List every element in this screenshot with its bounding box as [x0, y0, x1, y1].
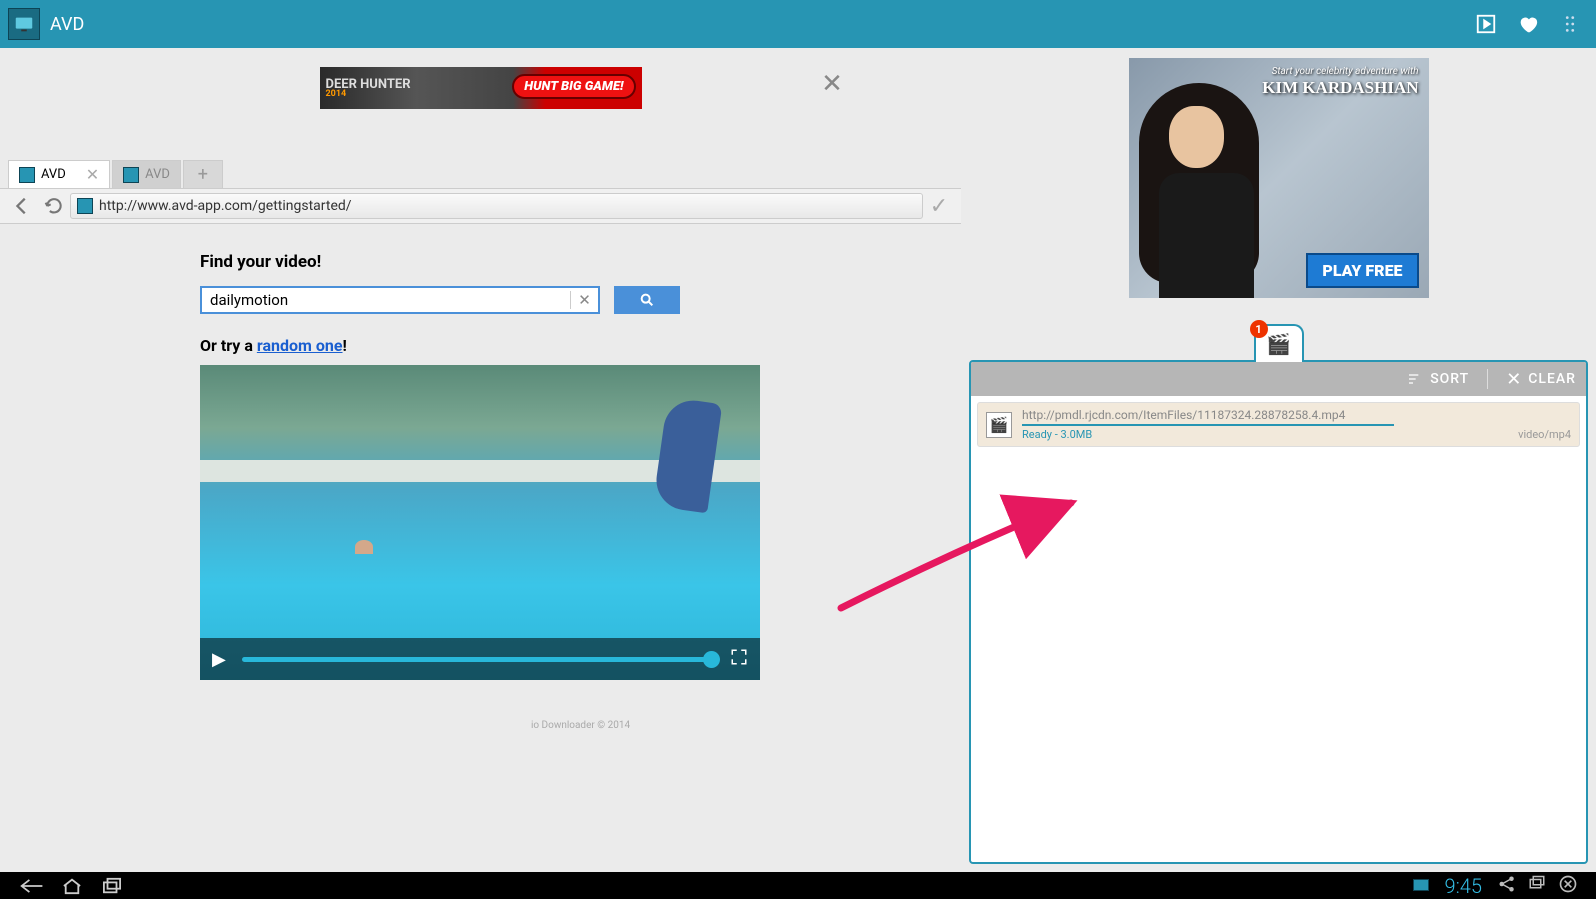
app-logo-icon — [8, 8, 40, 40]
back-button[interactable] — [6, 190, 38, 222]
go-button[interactable]: ✓ — [923, 194, 955, 219]
nav-home-icon[interactable] — [52, 874, 92, 898]
separator — [1487, 369, 1488, 389]
clear-button[interactable]: ✕ CLEAR — [1506, 369, 1576, 390]
web-content: Find your video! ✕ Or try a random one! … — [0, 224, 961, 872]
ad-tagline: Start your celebrity adventure with — [1272, 66, 1419, 77]
ad-close-icon[interactable]: ✕ — [818, 70, 846, 98]
search-input[interactable] — [202, 291, 570, 309]
tab-label: AVD — [41, 167, 66, 182]
nav-back-icon[interactable] — [12, 874, 52, 898]
download-mime: video/mp4 — [1518, 428, 1571, 441]
status-close-icon[interactable] — [1558, 874, 1578, 898]
url-text: http://www.avd-app.com/gettingstarted/ — [99, 198, 352, 214]
tab-favicon-icon — [123, 167, 139, 183]
overflow-menu-icon[interactable] — [1552, 6, 1588, 42]
url-input[interactable]: http://www.avd-app.com/gettingstarted/ — [70, 193, 923, 219]
ad-illustration — [1159, 173, 1254, 298]
favorite-icon[interactable] — [1510, 6, 1546, 42]
ad-headline: KIM KARDASHIAN — [1262, 78, 1418, 98]
new-tab-button[interactable]: + — [183, 160, 223, 188]
tab-label: AVD — [145, 167, 170, 182]
nav-recent-icon[interactable] — [92, 874, 132, 898]
downloads-toolbar: SORT ✕ CLEAR — [971, 362, 1586, 396]
downloads-badge: 1 — [1250, 320, 1268, 338]
downloads-panel: SORT ✕ CLEAR 🎬 http://pmdl.rjcdn.com/Ite… — [969, 360, 1588, 864]
download-url: http://pmdl.rjcdn.com/ItemFiles/11187324… — [1022, 408, 1518, 422]
browser-tab-inactive[interactable]: AVD — [112, 160, 181, 188]
video-progress-slider[interactable] — [242, 657, 712, 662]
browser-tab-active[interactable]: AVD ✕ — [8, 160, 110, 188]
try-random-text: Or try a random one! — [200, 336, 961, 355]
downloads-tab[interactable]: 🎬 1 — [1254, 324, 1304, 362]
status-screenshot-icon[interactable] — [1528, 875, 1546, 897]
downloads-pane: Start your celebrity adventure with KIM … — [961, 48, 1596, 872]
search-input-wrapper: ✕ — [200, 286, 600, 314]
ad-play-button[interactable]: PLAY FREE — [1306, 253, 1418, 288]
status-clock: 9:45 — [1445, 874, 1482, 898]
ad-cta-button[interactable]: HUNT BIG GAME! — [512, 74, 635, 99]
video-player[interactable]: ▶ — [200, 365, 760, 680]
video-fullscreen-icon[interactable] — [730, 648, 748, 670]
app-title: AVD — [50, 14, 1462, 35]
tab-strip: AVD ✕ AVD + — [0, 158, 961, 188]
url-toolbar: http://www.avd-app.com/gettingstarted/ ✓ — [0, 188, 961, 224]
download-item[interactable]: 🎬 http://pmdl.rjcdn.com/ItemFiles/111873… — [977, 402, 1580, 447]
clear-search-icon[interactable]: ✕ — [570, 291, 598, 309]
status-share-icon[interactable] — [1498, 875, 1516, 897]
video-scene — [635, 390, 725, 520]
ad-illustration — [1169, 106, 1224, 168]
url-favicon-icon — [77, 198, 93, 214]
status-monitor-icon[interactable] — [1413, 876, 1429, 895]
tab-favicon-icon — [19, 167, 35, 183]
video-play-icon[interactable]: ▶ — [212, 649, 226, 670]
search-button[interactable] — [614, 286, 680, 314]
ad-banner-side[interactable]: Start your celebrity adventure with KIM … — [1129, 58, 1429, 298]
reload-button[interactable] — [38, 190, 70, 222]
page-heading: Find your video! — [200, 252, 961, 272]
file-type-icon: 🎬 — [986, 412, 1012, 438]
download-status: Ready - 3.0MB — [1022, 428, 1518, 441]
sort-button[interactable]: SORT — [1406, 371, 1469, 387]
page-footer: io Downloader © 2014 — [200, 720, 961, 731]
app-titlebar: AVD — [0, 0, 1596, 48]
video-controls: ▶ — [200, 638, 760, 680]
tab-close-icon[interactable]: ✕ — [86, 165, 99, 184]
random-link[interactable]: random one — [257, 336, 343, 355]
progress-knob[interactable] — [703, 651, 720, 668]
video-scene — [355, 540, 373, 554]
ad-banner-top[interactable]: DEER HUNTER2014 HUNT BIG GAME! — [320, 67, 642, 109]
film-icon: 🎬 — [1266, 332, 1291, 356]
android-navbar: 9:45 — [0, 872, 1596, 899]
download-progress — [1022, 424, 1394, 426]
play-queue-icon[interactable] — [1468, 6, 1504, 42]
browser-pane: DEER HUNTER2014 HUNT BIG GAME! ✕ AVD ✕ A… — [0, 48, 961, 872]
